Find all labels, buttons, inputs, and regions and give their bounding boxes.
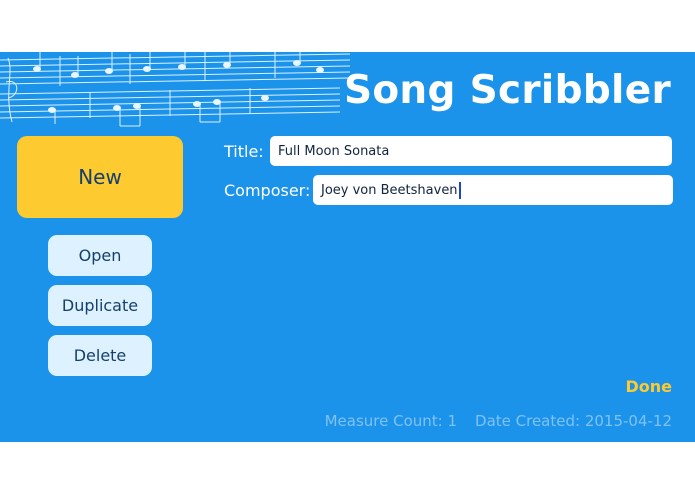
app-title: Song Scribbler <box>343 68 671 113</box>
composer-label: Composer: <box>224 181 311 200</box>
sheet-music-decoration <box>0 52 351 127</box>
delete-button[interactable]: Delete <box>48 335 152 376</box>
composer-field-value: Joey von Beetshaven <box>321 182 458 198</box>
title-field-value: Full Moon Sonata <box>278 143 390 159</box>
date-created: Date Created: 2015-04-12 <box>475 412 672 430</box>
done-button[interactable]: Done <box>625 377 672 396</box>
duplicate-button[interactable]: Duplicate <box>48 285 152 326</box>
title-label: Title: <box>224 142 264 161</box>
text-caret <box>458 181 461 199</box>
open-button[interactable]: Open <box>48 235 152 276</box>
new-button[interactable]: New <box>17 136 183 218</box>
status-footer: Measure Count: 1 Date Created: 2015-04-12 <box>307 412 672 430</box>
composer-field[interactable]: Joey von Beetshaven <box>313 175 673 205</box>
song-editor-panel: Song Scribbler New Open Duplicate Delete… <box>0 52 695 442</box>
title-field[interactable]: Full Moon Sonata <box>270 136 672 166</box>
measure-count: Measure Count: 1 <box>324 412 458 430</box>
